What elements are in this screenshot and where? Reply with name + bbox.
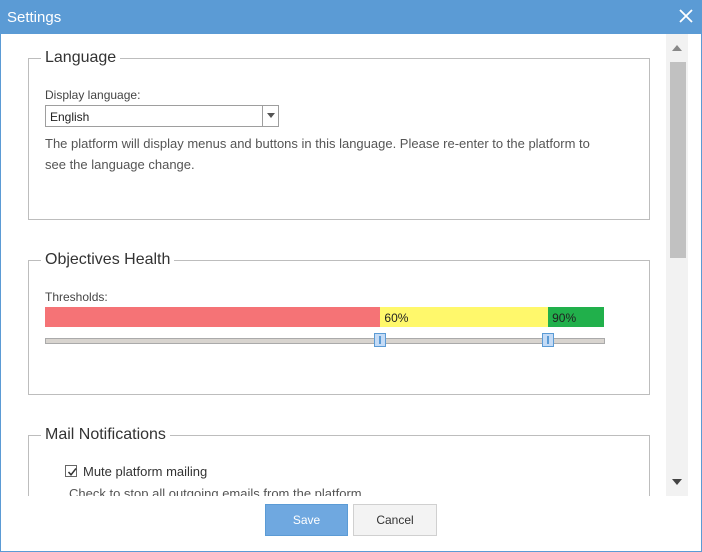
scroll-down-icon[interactable]	[666, 475, 688, 489]
display-language-label: Display language:	[45, 88, 141, 102]
objectives-health-section: Objectives Health Thresholds: 60% 90%	[28, 251, 650, 395]
low-threshold-label: 60%	[384, 311, 409, 325]
vertical-scrollbar[interactable]	[666, 34, 688, 496]
dialog-title: Settings	[7, 9, 62, 26]
thresholds-label: Thresholds:	[45, 290, 108, 304]
cancel-button[interactable]: Cancel	[353, 504, 437, 536]
language-help-text: The platform will display menus and butt…	[45, 133, 645, 175]
objectives-health-legend: Objectives Health	[41, 251, 175, 269]
threshold-bar-yellow: 60%	[380, 307, 549, 327]
dialog-footer: Save Cancel	[2, 496, 700, 551]
mute-mailing-label[interactable]: Mute platform mailing	[83, 464, 207, 479]
close-icon[interactable]	[675, 6, 697, 26]
high-threshold-handle[interactable]	[542, 333, 555, 347]
scrollbar-thumb[interactable]	[670, 62, 686, 258]
scroll-up-icon[interactable]	[666, 41, 688, 55]
low-threshold-handle[interactable]	[374, 333, 387, 347]
dialog-titlebar[interactable]: Settings	[1, 1, 701, 34]
mute-mailing-help: Check to stop all outgoing emails from t…	[69, 486, 366, 496]
language-section: Language Display language: English The p…	[28, 49, 650, 220]
mail-notifications-section: Mail Notifications Mute platform mailing…	[28, 426, 650, 496]
language-legend: Language	[41, 49, 121, 67]
chevron-down-icon[interactable]	[262, 106, 278, 126]
mail-notifications-legend: Mail Notifications	[41, 426, 170, 444]
high-threshold-label: 90%	[552, 311, 577, 325]
settings-dialog: Settings Language Display language: Engl…	[0, 0, 702, 552]
threshold-bar-green: 90%	[548, 307, 604, 327]
settings-scroll-area[interactable]: Language Display language: English The p…	[2, 34, 700, 496]
language-help-line: see the language change.	[45, 157, 195, 172]
display-language-select[interactable]: English	[45, 105, 279, 127]
display-language-value: English	[50, 110, 90, 124]
threshold-slider-track[interactable]	[45, 338, 605, 344]
language-help-line: The platform will display menus and butt…	[45, 136, 590, 151]
save-button[interactable]: Save	[265, 504, 348, 536]
threshold-bar-red	[45, 307, 381, 327]
mute-mailing-checkbox[interactable]	[65, 465, 77, 477]
